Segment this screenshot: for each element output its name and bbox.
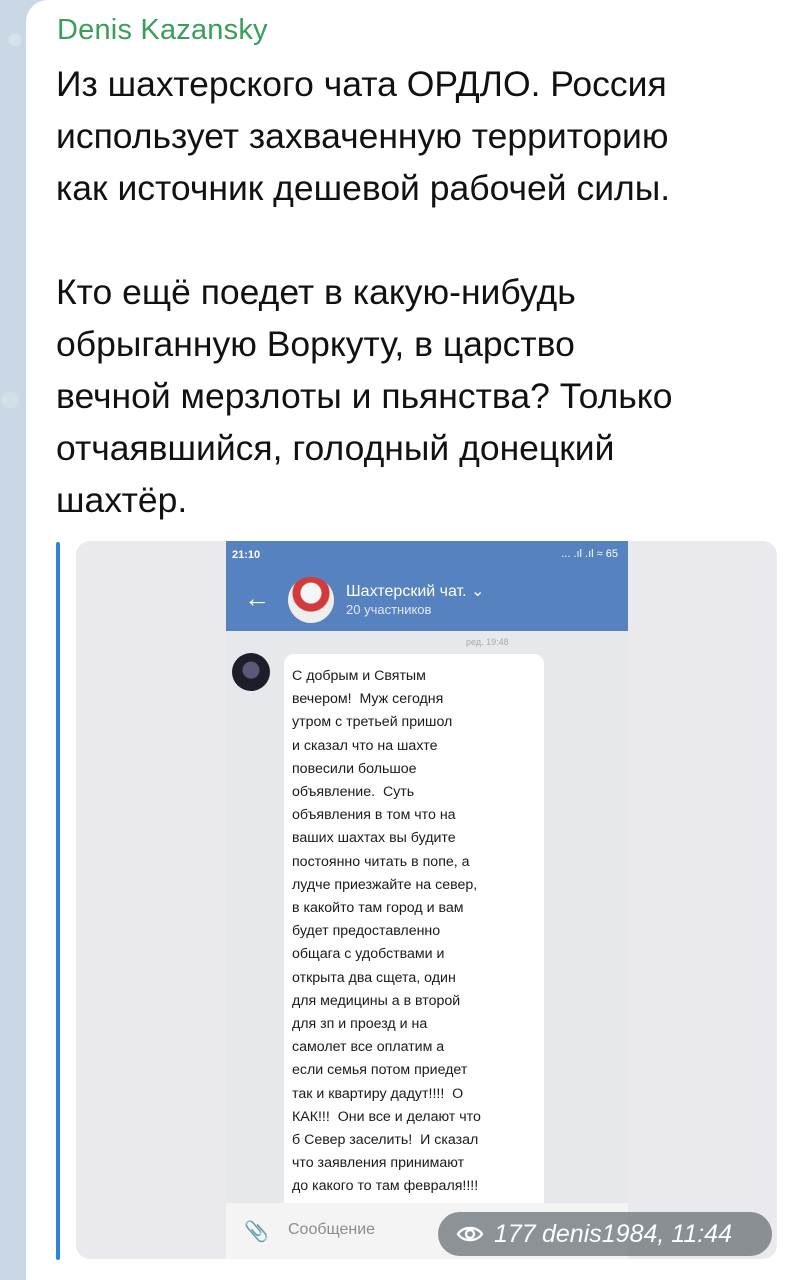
quote-bar <box>56 542 60 1260</box>
status-bar: 21:10 ... .ıl .ıl ≈ 65 <box>226 541 628 569</box>
chat-subtitle: 20 участников <box>346 602 432 617</box>
back-arrow-icon: ← <box>244 583 270 613</box>
author-name[interactable]: Denis Kazansky <box>57 14 268 47</box>
eye-icon <box>456 1226 484 1242</box>
chat-avatar <box>288 577 334 623</box>
view-count: 177 <box>494 1220 536 1248</box>
quoted-message-text: С добрым и Святым вечером! Муж сегодня у… <box>292 668 481 1195</box>
post-text: Из шахтерского чата ОРДЛО. Россия исполь… <box>56 64 673 520</box>
paperclip-icon: 📎 <box>244 1221 269 1243</box>
phone-screenshot: 21:10 ... .ıl .ıl ≈ 65 ← Шахтерский чат.… <box>226 541 628 1259</box>
sender-avatar <box>232 653 270 691</box>
chat-title: Шахтерский чат. ⌄ <box>346 583 485 600</box>
post-meta-badge: 177 denis1984, 11:44 <box>438 1212 772 1256</box>
input-placeholder: Сообщение <box>288 1221 376 1238</box>
attached-image[interactable]: 21:10 ... .ıl .ıl ≈ 65 ← Шахтерский чат.… <box>76 541 777 1259</box>
faint-timestamp: ред. 19:48 <box>466 637 509 647</box>
status-time: 21:10 <box>232 549 261 561</box>
status-icons: ... .ıl .ıl ≈ 65 <box>561 548 618 560</box>
signature-time: denis1984, 11:44 <box>542 1220 732 1248</box>
chat-header: ← Шахтерский чат. ⌄ 20 участников <box>226 569 628 631</box>
